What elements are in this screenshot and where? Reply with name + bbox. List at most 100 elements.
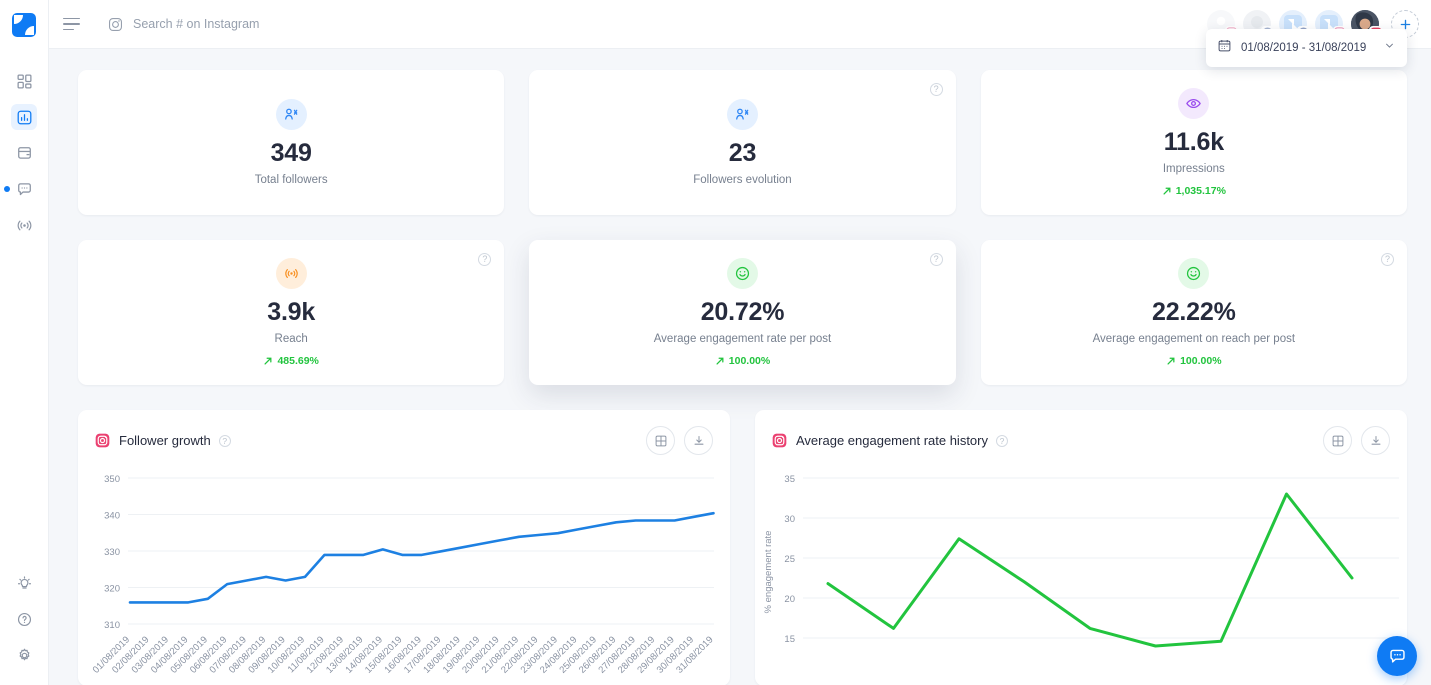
metric-delta: 100.00% <box>1166 355 1222 367</box>
sidebar-item-inbox[interactable] <box>4 171 42 207</box>
table-view-icon <box>1332 435 1343 446</box>
metric-card-impressions[interactable]: 11.6k Impressions 1,035.17% <box>980 70 1407 215</box>
metric-value: 11.6k <box>1163 128 1224 156</box>
sidebar-item-dashboard[interactable] <box>6 63 42 99</box>
gear-icon <box>11 642 37 668</box>
chat-icon <box>11 176 37 202</box>
table-view-button[interactable] <box>646 426 675 455</box>
metric-label: Impressions <box>1162 163 1225 175</box>
chart-actions <box>646 426 713 455</box>
download-icon <box>694 435 703 445</box>
metric-card-avg-engagement-rate-per-post[interactable]: ? 20.72% Average engagement rate per pos… <box>529 240 956 385</box>
help-icon[interactable]: ? <box>218 434 231 447</box>
metric-label: Total followers <box>254 174 328 186</box>
unread-indicator-dot <box>4 186 10 192</box>
smiley-icon <box>1178 258 1210 289</box>
metric-card-followers-evolution[interactable]: ? 23 Followers evolution <box>529 70 956 215</box>
engagement-rate-chart: 35 30 25 20 15 % engagement rate <box>763 474 1399 648</box>
sidebar-item-settings[interactable] <box>6 637 42 673</box>
metric-delta-value: 100.00% <box>1180 355 1222 367</box>
search-bar <box>107 16 1199 33</box>
followers-icon <box>275 99 307 130</box>
sidebar-item-publishing[interactable] <box>6 135 42 171</box>
gridlines <box>803 477 1399 639</box>
help-icon[interactable]: ? <box>996 434 1008 447</box>
followers-icon <box>726 99 758 130</box>
download-button[interactable] <box>684 426 713 455</box>
engagement-rate-plot: 35 30 25 20 15 % engagement rate <box>755 462 1407 685</box>
metric-value: 20.72% <box>700 298 785 326</box>
date-range-value: 01/08/2019 - 31/08/2019 <box>1241 42 1367 54</box>
help-icon[interactable]: ? <box>1380 253 1394 266</box>
metric-label: Followers evolution <box>693 174 792 186</box>
sidebar-item-listening[interactable] <box>6 207 42 243</box>
chart-header: Average engagement rate history ? <box>772 426 1390 455</box>
metric-delta-value: 485.69% <box>277 355 319 367</box>
date-range-picker[interactable]: 01/08/2019 - 31/08/2019 <box>1206 29 1407 67</box>
svg-text:15: 15 <box>784 634 795 645</box>
table-view-button[interactable] <box>1323 426 1352 455</box>
calendar-card-icon <box>11 140 37 166</box>
chart-title: Average engagement rate history <box>796 433 988 448</box>
trend-up-icon <box>716 357 724 365</box>
metric-delta-value: 1,035.17% <box>1175 185 1226 197</box>
support-chat-button[interactable] <box>1377 636 1417 676</box>
help-icon[interactable]: ? <box>929 253 943 266</box>
main-content: 349 Total followers ? 23 Followers evolu… <box>49 49 1431 685</box>
table-view-icon <box>655 435 666 446</box>
hamburger-icon[interactable] <box>63 13 85 35</box>
engagement-rate-line <box>826 492 1354 648</box>
metric-delta: 100.00% <box>715 355 770 367</box>
trend-up-icon <box>1163 187 1171 195</box>
follower-growth-line <box>128 511 715 604</box>
x-axis-ticks: 01/08/2019 02/08/2019 03/08/2019 04/08/2… <box>91 634 716 675</box>
svg-text:340: 340 <box>104 511 120 522</box>
chat-icon <box>1389 649 1405 663</box>
metric-card-total-followers[interactable]: 349 Total followers <box>78 70 505 215</box>
help-icon[interactable]: ? <box>478 253 492 266</box>
charts-row: Follower growth ? 350 340 330 320 310 01… <box>78 410 1407 685</box>
trend-up-icon <box>1167 357 1175 365</box>
chart-title: Follower growth <box>119 433 211 448</box>
metric-delta-value: 100.00% <box>728 355 771 367</box>
calendar-icon <box>1217 38 1232 58</box>
search-input[interactable] <box>133 17 533 31</box>
chart-panel-follower-growth: Follower growth ? 350 340 330 320 310 01… <box>78 410 730 685</box>
svg-text:350: 350 <box>104 474 120 485</box>
svg-text:30: 30 <box>784 514 795 525</box>
chart-actions <box>1323 426 1390 455</box>
download-icon <box>1371 435 1380 445</box>
y-axis-ticks: 350 340 330 320 310 <box>104 474 120 631</box>
sidebar-item-whats-new[interactable] <box>6 565 42 601</box>
eye-icon <box>1178 88 1210 119</box>
help-icon[interactable]: ? <box>929 83 943 96</box>
metric-label: Average engagement rate per post <box>653 333 832 345</box>
svg-text:20: 20 <box>784 594 795 605</box>
sidebar-item-analytics[interactable] <box>6 99 42 135</box>
lightbulb-icon <box>11 570 37 596</box>
metric-card-avg-engagement-on-reach-per-post[interactable]: ? 22.22% Average engagement on reach per… <box>980 240 1407 385</box>
chevron-down-icon[interactable] <box>1383 39 1396 57</box>
analytics-dashboard: 349 Total followers ? 23 Followers evolu… <box>0 0 1431 685</box>
y-axis-ticks: 35 30 25 20 15 <box>784 474 795 645</box>
sidebar-item-help[interactable] <box>6 601 42 637</box>
chart-panel-avg-engagement-rate-history: Average engagement rate history ? 35 30 … <box>755 410 1407 685</box>
gridlines <box>128 477 714 625</box>
metric-delta: 1,035.17% <box>1162 185 1226 197</box>
metric-card-reach[interactable]: ? 3.9k Reach 485.69% <box>78 240 505 385</box>
instagram-icon <box>95 433 110 448</box>
metric-cards-row-1: 349 Total followers ? 23 Followers evolu… <box>78 70 1407 215</box>
metric-delta: 485.69% <box>263 355 319 367</box>
svg-text:320: 320 <box>104 584 120 595</box>
left-sidebar <box>0 0 49 685</box>
app-logo[interactable] <box>12 13 36 37</box>
instagram-icon <box>107 16 124 33</box>
trend-up-icon <box>264 357 272 365</box>
metric-value: 349 <box>270 139 312 167</box>
question-circle-icon <box>11 606 37 632</box>
metric-label: Reach <box>274 333 308 345</box>
svg-text:330: 330 <box>104 547 120 558</box>
svg-text:25: 25 <box>784 554 795 565</box>
metric-cards-row-2: ? 3.9k Reach 485.69% ? 20.72% Average en… <box>78 240 1407 385</box>
download-button[interactable] <box>1361 426 1390 455</box>
